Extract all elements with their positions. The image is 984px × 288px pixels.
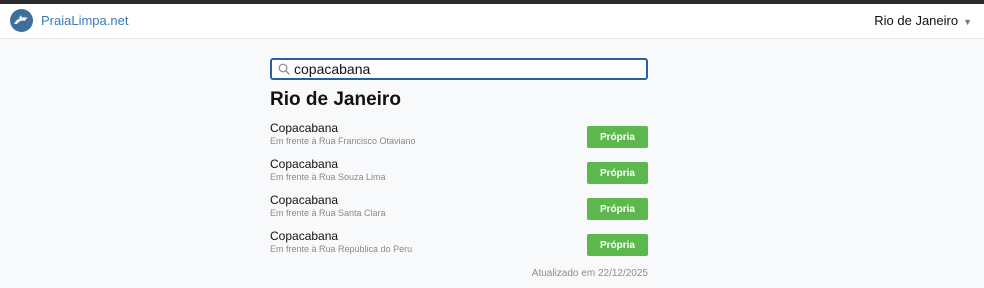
beach-name: Copacabana — [270, 121, 339, 135]
beach-location: Em frente à Rua Souza Lima — [270, 172, 386, 182]
status-badge: Própria — [587, 126, 648, 148]
last-updated: Atualizado em 22/12/2025 — [531, 268, 648, 279]
city-selector[interactable]: Rio de Janeiro ▼ — [874, 13, 972, 28]
status-badge: Própria — [587, 162, 648, 184]
list-item[interactable]: Copacabana Em frente à Rua Souza Lima Pr… — [270, 155, 648, 191]
list-item[interactable]: Copacabana Em frente à Rua Francisco Ota… — [270, 119, 648, 155]
list-item[interactable]: Copacabana Em frente à Rua Santa Clara P… — [270, 191, 648, 227]
beach-name: Copacabana — [270, 157, 339, 171]
beach-location: Em frente à Rua Santa Clara — [270, 208, 386, 218]
dolphin-icon[interactable] — [10, 9, 33, 32]
list-item[interactable]: Copacabana Em frente à Rua República do … — [270, 227, 648, 263]
brand-link[interactable]: PraiaLimpa.net — [41, 13, 128, 28]
beach-list: Copacabana Em frente à Rua Francisco Ota… — [270, 119, 648, 263]
status-badge: Própria — [587, 198, 648, 220]
beach-name: Copacabana — [270, 229, 339, 243]
beach-name: Copacabana — [270, 193, 339, 207]
status-badge: Própria — [587, 234, 648, 256]
search-input[interactable] — [294, 60, 624, 78]
search-icon — [278, 63, 290, 75]
caret-down-icon: ▼ — [963, 16, 972, 27]
page-title: Rio de Janeiro — [270, 89, 401, 110]
beach-location: Em frente à Rua República do Peru — [270, 244, 413, 254]
search-box[interactable] — [270, 58, 648, 80]
header: PraiaLimpa.net Rio de Janeiro ▼ — [0, 4, 984, 39]
beach-location: Em frente à Rua Francisco Otaviano — [270, 136, 416, 146]
city-selector-label: Rio de Janeiro — [874, 13, 959, 28]
